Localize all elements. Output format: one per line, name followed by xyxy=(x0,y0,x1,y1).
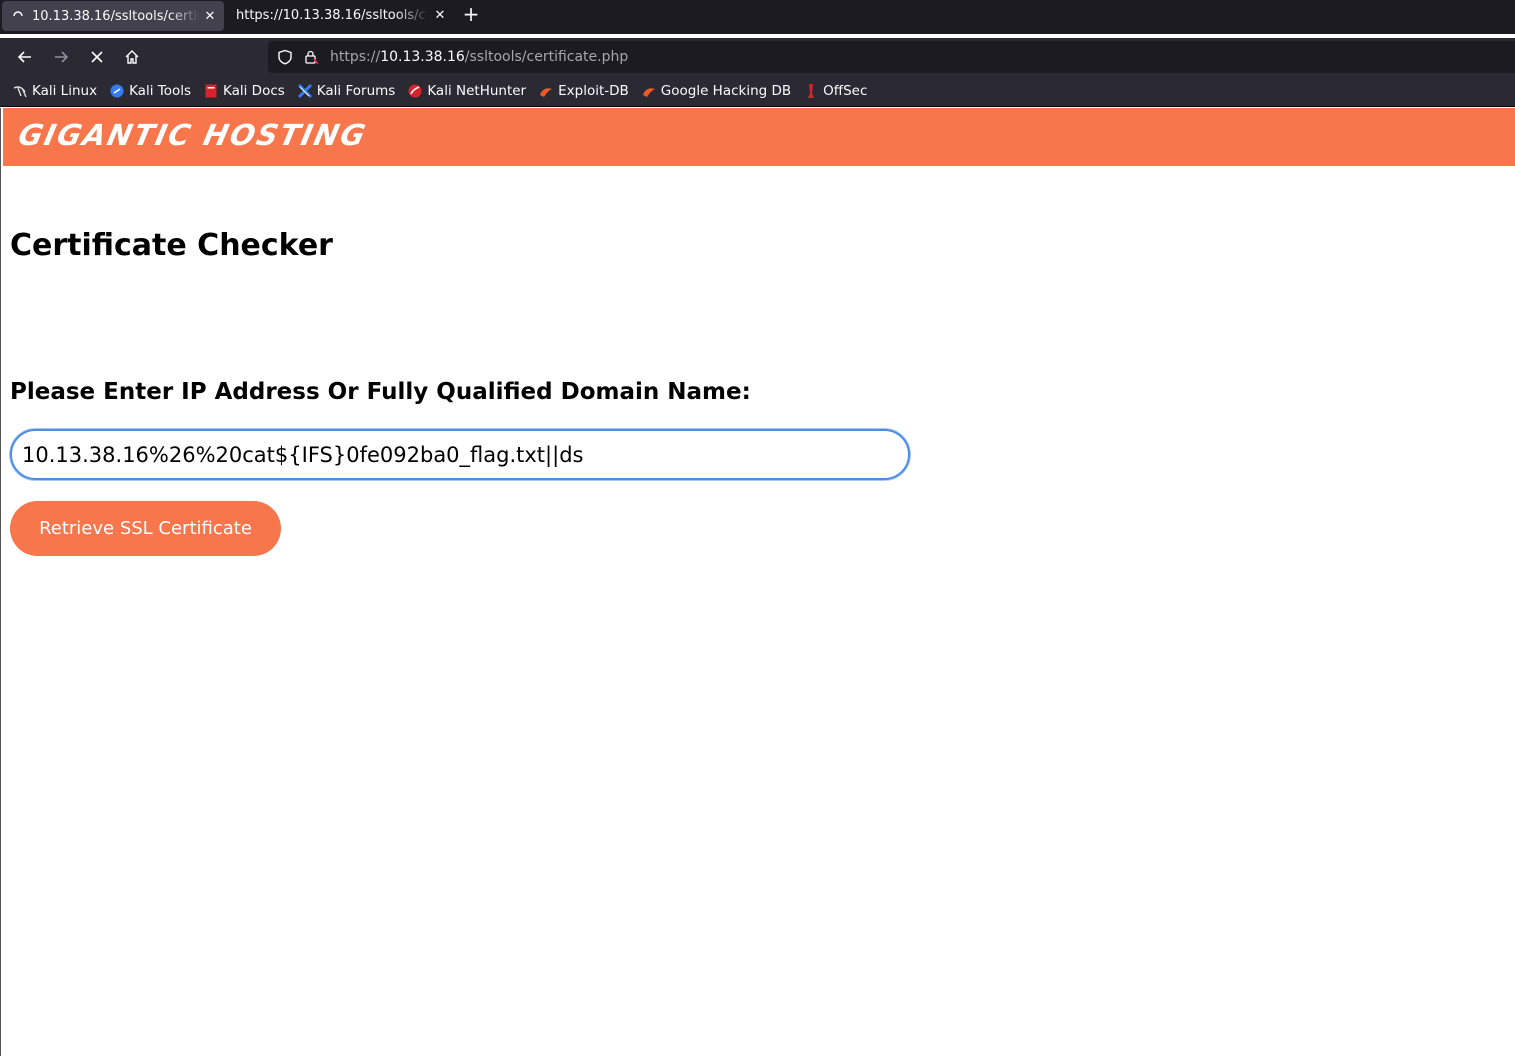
bookmark-label: Kali NetHunter xyxy=(427,83,527,99)
bookmark-label: Kali Tools xyxy=(129,83,191,99)
bookmark-label: Kali Docs xyxy=(223,83,285,99)
close-tab-icon[interactable]: ✕ xyxy=(200,9,220,24)
page-viewport: GIGANTIC HOSTING Certificate Checker Ple… xyxy=(0,108,1515,1056)
bookmark-kali-linux[interactable]: Kali Linux xyxy=(12,83,97,99)
page-title: Certificate Checker xyxy=(10,228,333,263)
loading-icon xyxy=(10,8,26,24)
bookmark-kali-docs[interactable]: Kali Docs xyxy=(203,83,285,99)
site-header: GIGANTIC HOSTING xyxy=(3,108,1515,166)
nav-bar: https://10.13.38.16/ssltools/certificate… xyxy=(0,38,1515,76)
bookmark-label: Google Hacking DB xyxy=(660,83,792,99)
arrow-left-icon[interactable] xyxy=(10,42,40,72)
kali-tools-icon xyxy=(109,83,125,99)
retrieve-certificate-button[interactable]: Retrieve SSL Certificate xyxy=(10,501,281,556)
ghdb-icon xyxy=(641,83,657,99)
bookmark-label: Exploit-DB xyxy=(558,83,629,99)
host-field-label: Please Enter IP Address Or Fully Qualifi… xyxy=(10,379,751,405)
bookmark-google-hacking-db[interactable]: Google Hacking DB xyxy=(641,83,791,99)
tab-title: https://10.13.38.16/ssltools/c xyxy=(236,7,426,23)
tab-bar: 10.13.38.16/ssltools/certif ✕ https://10… xyxy=(0,0,1515,34)
bookmark-exploit-db[interactable]: Exploit-DB xyxy=(538,83,629,99)
url-bar[interactable]: https://10.13.38.16/ssltools/certificate… xyxy=(268,41,1515,73)
url-path: /ssltools/certificate.php xyxy=(464,49,629,65)
home-icon[interactable] xyxy=(117,42,147,72)
tab-title: 10.13.38.16/ssltools/certif xyxy=(32,8,200,24)
bookmarks-bar: Kali Linux Kali Tools Kali Docs Kali For… xyxy=(0,76,1515,107)
bookmark-label: Kali Forums xyxy=(316,83,396,99)
url-scheme: https:// xyxy=(330,49,381,65)
bookmark-offsec[interactable]: OffSec xyxy=(803,83,867,99)
bookmark-label: Kali Linux xyxy=(32,83,98,99)
plus-icon[interactable]: + xyxy=(460,3,482,27)
kali-dragon-icon xyxy=(12,83,28,99)
close-tab-icon[interactable]: ✕ xyxy=(430,8,450,23)
bookmark-kali-tools[interactable]: Kali Tools xyxy=(109,83,191,99)
url-host: 10.13.38.16 xyxy=(380,49,465,65)
kali-docs-icon xyxy=(203,83,219,99)
exploit-db-icon xyxy=(538,83,554,99)
brand-logo[interactable]: GIGANTIC HOSTING xyxy=(15,118,370,152)
nethunter-icon xyxy=(407,83,423,99)
close-icon[interactable] xyxy=(82,42,112,72)
tab-inactive[interactable]: https://10.13.38.16/ssltools/c ✕ xyxy=(226,0,454,30)
arrow-right-icon[interactable] xyxy=(46,42,76,72)
bookmark-kali-forums[interactable]: Kali Forums xyxy=(297,83,396,99)
kali-forums-icon xyxy=(297,83,313,99)
tab-active[interactable]: 10.13.38.16/ssltools/certif ✕ xyxy=(2,1,224,31)
shield-icon[interactable] xyxy=(276,48,294,66)
bookmark-label: OffSec xyxy=(823,83,868,99)
host-input[interactable] xyxy=(10,429,910,480)
offsec-icon xyxy=(803,83,819,99)
bookmark-kali-nethunter[interactable]: Kali NetHunter xyxy=(407,83,526,99)
url-text[interactable]: https://10.13.38.16/ssltools/certificate… xyxy=(330,49,628,65)
lock-warning-icon[interactable] xyxy=(302,48,320,66)
